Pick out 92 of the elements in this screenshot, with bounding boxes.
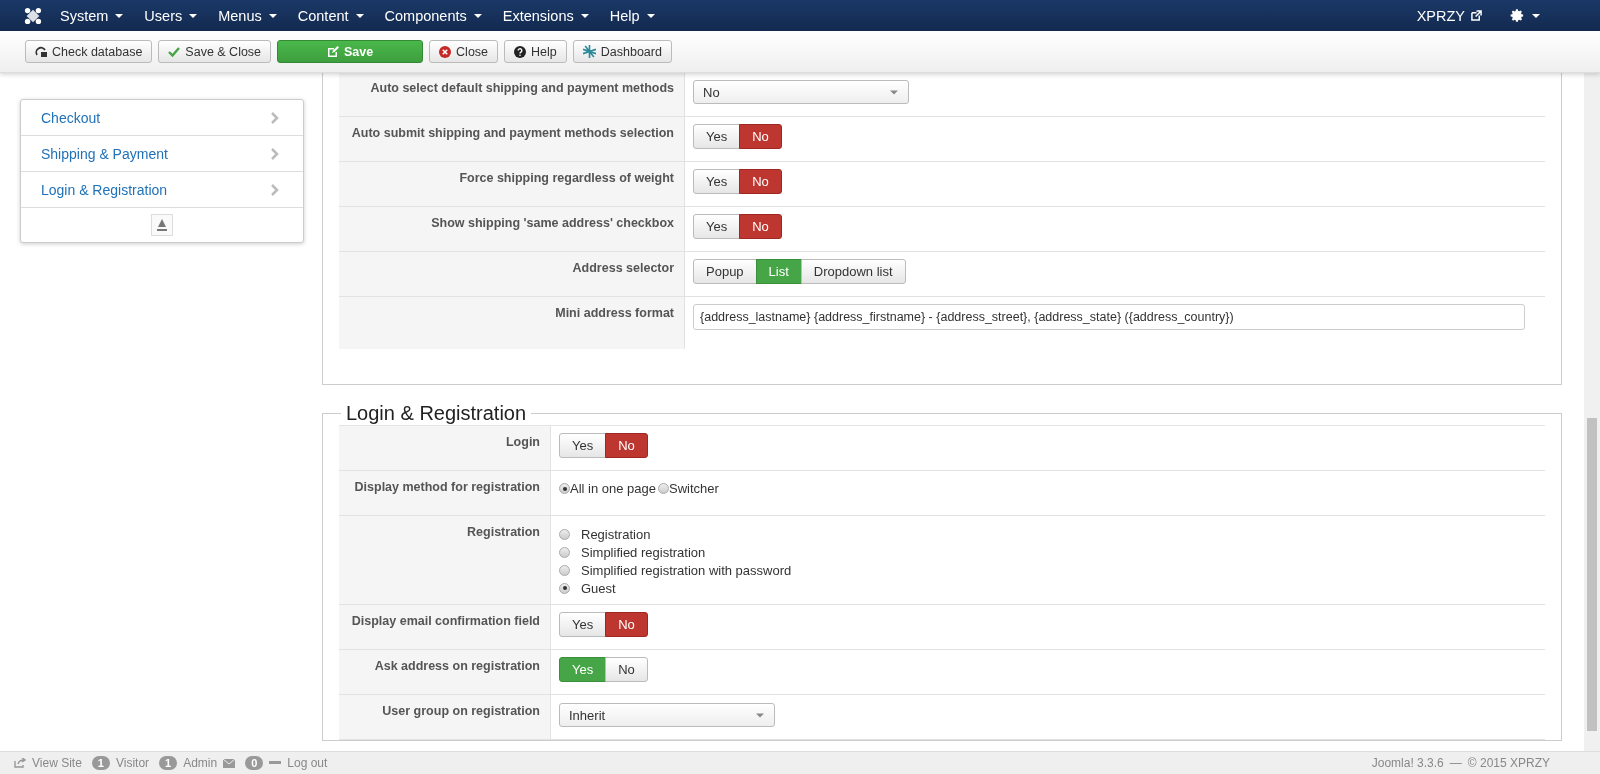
minus-icon	[269, 761, 282, 765]
caret-icon	[115, 13, 124, 18]
menu-item[interactable]: Components	[384, 7, 482, 24]
count-badge: 1	[91, 756, 110, 770]
caret-icon	[355, 13, 364, 18]
collapse-icon[interactable]	[151, 214, 173, 236]
caret-icon	[580, 13, 589, 18]
asterisk-icon	[582, 45, 596, 58]
radio-button[interactable]	[559, 582, 570, 594]
radio-label: Simplified registration	[581, 544, 706, 560]
toggle-option[interactable]: No	[605, 612, 648, 637]
menu-item[interactable]: Users	[144, 7, 198, 24]
field-label: Login	[506, 435, 540, 449]
toolbar-button[interactable]: Dashboard	[572, 40, 672, 63]
site-link[interactable]: XPRZY	[1416, 7, 1465, 24]
caret-icon[interactable]	[1532, 13, 1540, 18]
caret-icon	[189, 13, 198, 18]
toggle-option[interactable]: Yes	[559, 612, 607, 637]
radio-label: Guest	[581, 580, 616, 596]
radio-label: Simplified registration with password	[581, 562, 792, 578]
menu-item[interactable]: Extensions	[502, 7, 589, 24]
dropdown-select[interactable]: No	[693, 80, 909, 104]
toggle-option[interactable]: Yes	[559, 433, 607, 458]
toggle-option[interactable]: No	[739, 169, 782, 194]
menu-item[interactable]: System	[60, 7, 124, 24]
radio-button[interactable]	[559, 564, 570, 576]
sidebar-item[interactable]: Shipping & Payment	[21, 136, 303, 172]
toggle-option[interactable]: Dropdown list	[800, 259, 906, 284]
status-text: Visitor	[115, 756, 150, 770]
toggle-option[interactable]: No	[739, 124, 782, 149]
count-badge: 0	[245, 756, 264, 770]
field-label: Display method for registration	[354, 480, 540, 494]
menu-item[interactable]: Content	[297, 7, 364, 24]
toggle-option[interactable]: No	[605, 657, 648, 682]
check-icon	[168, 45, 181, 58]
radio-button[interactable]	[559, 528, 570, 540]
sidebar-item[interactable]: Login & Registration	[21, 172, 303, 208]
radio-label: Registration	[581, 526, 651, 542]
toggle-option[interactable]: No	[739, 214, 782, 239]
help-icon	[514, 45, 527, 58]
logo-icon[interactable]	[24, 6, 42, 25]
toggle-option[interactable]: Yes	[693, 124, 741, 149]
toggle-option[interactable]: Popup	[693, 259, 757, 284]
chevron-icon	[271, 111, 279, 124]
radio-button[interactable]	[658, 483, 669, 494]
field-label: Force shipping regardless of weight	[459, 171, 674, 185]
caret-icon	[473, 13, 482, 18]
count-badge: 1	[159, 756, 178, 770]
field-label: Auto submit shipping and payment methods selection	[351, 126, 674, 140]
chevron-icon	[271, 147, 279, 160]
field-label: Ask address on registration	[374, 659, 540, 673]
caret-icon	[756, 712, 764, 718]
settings-icon[interactable]	[1510, 8, 1525, 23]
field-label: Address selector	[572, 261, 674, 275]
field-label: Mini address format	[555, 306, 674, 320]
status-text: Admin	[183, 756, 218, 770]
external-link-icon	[1471, 10, 1482, 21]
menu-item[interactable]: Menus	[218, 7, 277, 24]
radio-label: Switcher	[669, 481, 719, 496]
toggle-option[interactable]: Yes	[693, 169, 741, 194]
edit-icon	[326, 45, 339, 58]
field-label: Show shipping 'same address' checkbox	[431, 216, 674, 230]
toggle-option[interactable]: Yes	[693, 214, 741, 239]
field-label: User group on registration	[382, 704, 540, 718]
toolbar-button[interactable]: Save & Close	[158, 40, 272, 63]
caret-icon	[890, 89, 898, 95]
field-label: Registration	[467, 525, 540, 539]
chevron-icon	[271, 183, 279, 196]
share-icon	[14, 758, 26, 768]
sidebar-item[interactable]: Checkout	[21, 100, 303, 136]
separator-text: —	[1449, 756, 1462, 770]
close-icon	[439, 45, 452, 58]
toggle-option[interactable]: No	[605, 433, 648, 458]
text-input[interactable]: {address_lastname} {address_firstname} - {address_street}, {address_state} ({address_country})	[693, 304, 1525, 330]
field-label: Display email confirmation field	[351, 614, 540, 628]
version-text: Joomla! 3.3.6	[1371, 756, 1444, 770]
radio-label: All in one page	[570, 481, 656, 496]
radio-button[interactable]	[559, 546, 570, 558]
copyright-text: © 2015 XPRZY	[1467, 756, 1550, 770]
dropdown-select[interactable]: Inherit	[559, 703, 775, 727]
toolbar-button[interactable]: Help	[504, 40, 567, 63]
caret-icon	[646, 13, 655, 18]
section-title: Login & Registration	[345, 402, 528, 425]
field-label: Auto select default shipping and payment methods	[370, 81, 674, 95]
scrollbar[interactable]	[1584, 73, 1600, 751]
toolbar-button[interactable]: Close	[429, 40, 499, 63]
caret-icon	[268, 13, 277, 18]
radio-button[interactable]	[559, 483, 570, 494]
refresh-icon	[35, 45, 47, 58]
envelope-icon	[223, 758, 236, 768]
toolbar-button[interactable]: Check database	[25, 40, 153, 63]
menu-item[interactable]: Help	[609, 7, 655, 24]
